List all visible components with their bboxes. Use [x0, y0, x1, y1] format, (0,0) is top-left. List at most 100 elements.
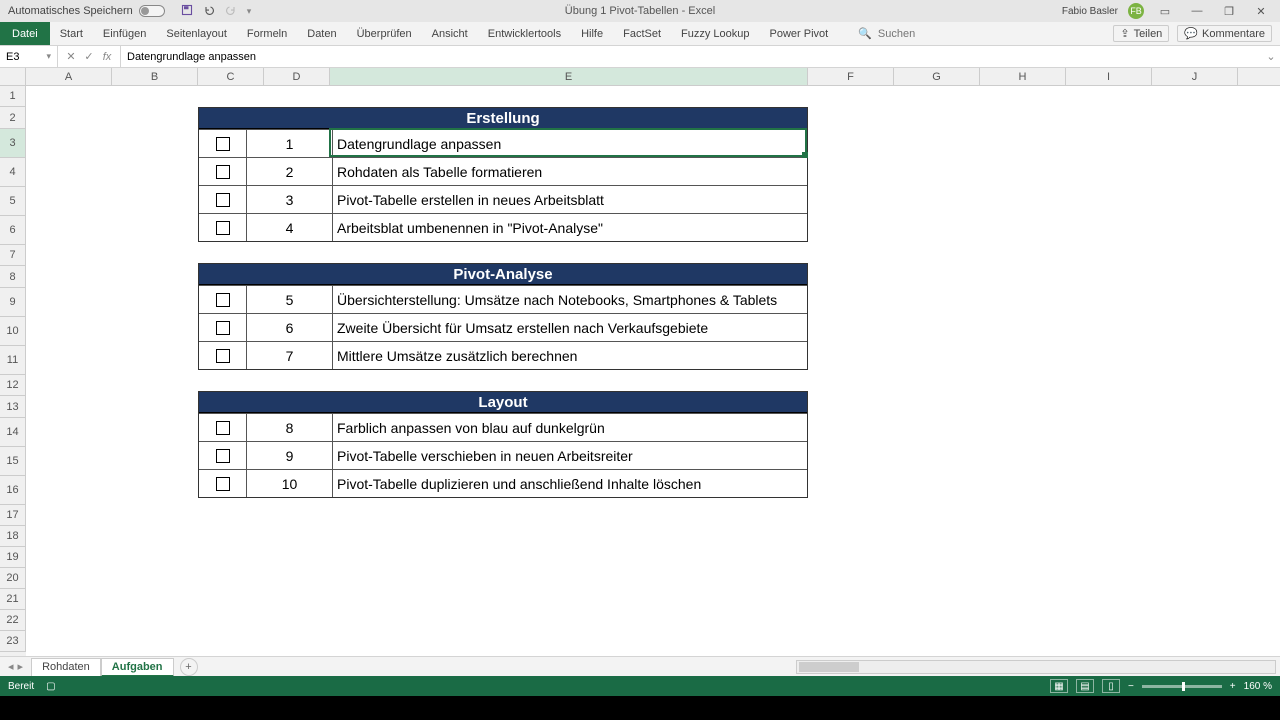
undo-icon[interactable] — [203, 4, 215, 19]
zoom-level[interactable]: 160 % — [1244, 681, 1272, 692]
row-header-6[interactable]: 6 — [0, 216, 26, 245]
checkbox[interactable] — [216, 421, 230, 435]
sheet-nav-last-icon[interactable]: ▸ — [18, 660, 24, 673]
ribbon-tab-entwicklertools[interactable]: Entwicklertools — [478, 22, 571, 45]
ribbon-tab-überprüfen[interactable]: Überprüfen — [347, 22, 422, 45]
row-header-4[interactable]: 4 — [0, 158, 26, 187]
row-header-15[interactable]: 15 — [0, 447, 26, 476]
macro-record-icon[interactable]: ▢ — [46, 681, 55, 692]
row-header-7[interactable]: 7 — [0, 245, 26, 266]
cancel-formula-icon[interactable]: ✕ — [64, 50, 78, 63]
row-header-14[interactable]: 14 — [0, 418, 26, 447]
checkbox[interactable] — [216, 137, 230, 151]
task-number: 1 — [247, 130, 333, 157]
checkbox[interactable] — [216, 193, 230, 207]
sheet-tab-aufgaben[interactable]: Aufgaben — [101, 658, 174, 677]
row-header-17[interactable]: 17 — [0, 505, 26, 526]
redo-icon[interactable] — [225, 4, 237, 19]
column-header-F[interactable]: F — [808, 68, 894, 85]
row-header-1[interactable]: 1 — [0, 86, 26, 107]
add-sheet-button[interactable]: + — [180, 658, 198, 676]
checkbox[interactable] — [216, 449, 230, 463]
close-icon[interactable]: ✕ — [1250, 2, 1272, 20]
row-header-18[interactable]: 18 — [0, 526, 26, 547]
horizontal-scrollbar[interactable] — [796, 660, 1276, 674]
column-header-I[interactable]: I — [1066, 68, 1152, 85]
zoom-slider[interactable] — [1142, 685, 1222, 688]
column-header-B[interactable]: B — [112, 68, 198, 85]
row-header-22[interactable]: 22 — [0, 610, 26, 631]
row-header-11[interactable]: 11 — [0, 346, 26, 375]
checkbox[interactable] — [216, 293, 230, 307]
column-header-H[interactable]: H — [980, 68, 1066, 85]
user-name[interactable]: Fabio Basler — [1062, 6, 1118, 17]
checkbox[interactable] — [216, 349, 230, 363]
name-box-input[interactable] — [6, 51, 46, 63]
task-number: 2 — [247, 158, 333, 185]
row-header-20[interactable]: 20 — [0, 568, 26, 589]
zoom-out-icon[interactable]: − — [1128, 681, 1134, 692]
ribbon-display-icon[interactable]: ▭ — [1154, 2, 1176, 20]
sheet-tab-rohdaten[interactable]: Rohdaten — [31, 658, 101, 677]
ribbon-tab-formeln[interactable]: Formeln — [237, 22, 297, 45]
maximize-icon[interactable]: ❐ — [1218, 2, 1240, 20]
search-input[interactable] — [878, 28, 978, 40]
checkbox[interactable] — [216, 321, 230, 335]
column-header-G[interactable]: G — [894, 68, 980, 85]
enter-formula-icon[interactable]: ✓ — [82, 50, 96, 63]
save-icon[interactable] — [181, 4, 193, 19]
user-avatar[interactable]: FB — [1128, 3, 1144, 19]
comments-button[interactable]: 💬 Kommentare — [1177, 25, 1272, 42]
column-header-D[interactable]: D — [264, 68, 330, 85]
row-header-21[interactable]: 21 — [0, 589, 26, 610]
expand-formula-bar-icon[interactable]: ⌄ — [1262, 50, 1280, 63]
row-header-12[interactable]: 12 — [0, 375, 26, 396]
normal-view-icon[interactable]: ▦ — [1050, 679, 1068, 693]
zoom-in-icon[interactable]: + — [1230, 681, 1236, 692]
scrollbar-thumb[interactable] — [799, 662, 859, 672]
autosave-toggle[interactable]: Automatisches Speichern — [0, 5, 173, 17]
share-button[interactable]: ⇪ Teilen — [1113, 25, 1169, 42]
ribbon-tab-ansicht[interactable]: Ansicht — [422, 22, 478, 45]
ribbon-tab-hilfe[interactable]: Hilfe — [571, 22, 613, 45]
ribbon-tab-start[interactable]: Start — [50, 22, 93, 45]
row-header-2[interactable]: 2 — [0, 107, 26, 129]
select-all-corner[interactable] — [0, 68, 26, 86]
sheet-nav-first-icon[interactable]: ◂ — [8, 660, 14, 673]
ribbon-tab-einfügen[interactable]: Einfügen — [93, 22, 156, 45]
toggle-switch[interactable] — [139, 5, 165, 17]
minimize-icon[interactable]: — — [1186, 2, 1208, 20]
page-break-view-icon[interactable]: ▯ — [1102, 679, 1120, 693]
name-box-dropdown-icon[interactable]: ▾ — [46, 51, 51, 62]
row-header-13[interactable]: 13 — [0, 396, 26, 418]
column-header-A[interactable]: A — [26, 68, 112, 85]
page-layout-view-icon[interactable]: ▤ — [1076, 679, 1094, 693]
task-number: 3 — [247, 186, 333, 213]
spreadsheet-grid[interactable]: ABCDEFGHIJ 12345678910111213141516171819… — [0, 68, 1280, 656]
row-header-10[interactable]: 10 — [0, 317, 26, 346]
row-header-23[interactable]: 23 — [0, 631, 26, 652]
row-header-8[interactable]: 8 — [0, 266, 26, 288]
row-header-5[interactable]: 5 — [0, 187, 26, 216]
column-header-C[interactable]: C — [198, 68, 264, 85]
column-header-E[interactable]: E — [330, 68, 808, 85]
formula-input[interactable] — [127, 51, 1256, 63]
ribbon-tab-fuzzy lookup[interactable]: Fuzzy Lookup — [671, 22, 759, 45]
fx-icon[interactable]: fx — [100, 51, 114, 63]
tell-me-search[interactable]: 🔍 — [858, 22, 978, 45]
qat-customize-icon[interactable]: ▾ — [247, 6, 252, 17]
ribbon-tab-power pivot[interactable]: Power Pivot — [760, 22, 839, 45]
checkbox[interactable] — [216, 477, 230, 491]
checkbox[interactable] — [216, 221, 230, 235]
row-header-3[interactable]: 3 — [0, 129, 26, 158]
column-header-J[interactable]: J — [1152, 68, 1238, 85]
ribbon-tab-daten[interactable]: Daten — [297, 22, 346, 45]
row-header-19[interactable]: 19 — [0, 547, 26, 568]
ribbon-tab-factset[interactable]: FactSet — [613, 22, 671, 45]
row-header-9[interactable]: 9 — [0, 288, 26, 317]
row-header-16[interactable]: 16 — [0, 476, 26, 505]
ribbon-tab-seitenlayout[interactable]: Seitenlayout — [156, 22, 237, 45]
checkbox[interactable] — [216, 165, 230, 179]
name-box[interactable]: ▾ — [0, 46, 58, 67]
file-tab[interactable]: Datei — [0, 22, 50, 45]
